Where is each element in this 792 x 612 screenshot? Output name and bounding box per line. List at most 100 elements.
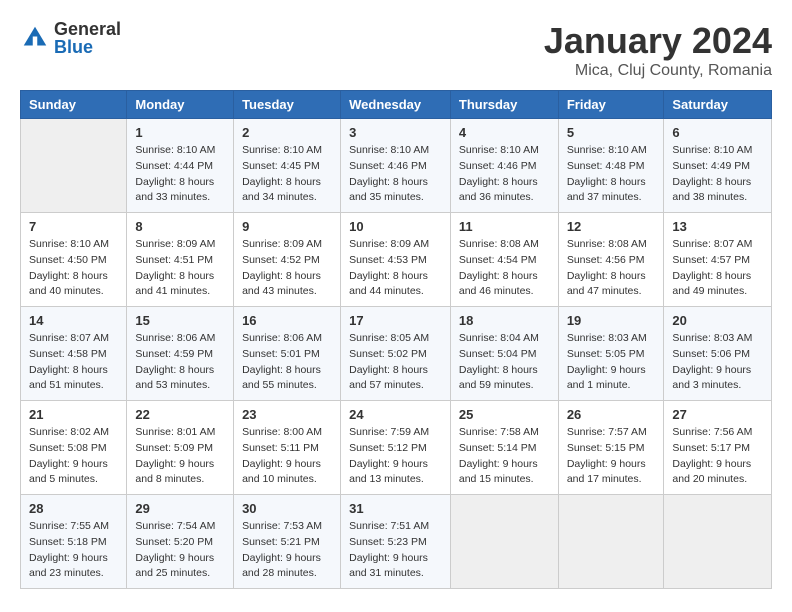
- calendar-table: SundayMondayTuesdayWednesdayThursdayFrid…: [20, 90, 772, 589]
- day-number: 22: [135, 407, 225, 422]
- day-info: Sunrise: 8:10 AMSunset: 4:49 PMDaylight:…: [672, 143, 763, 206]
- day-number: 14: [29, 313, 118, 328]
- table-cell: 23Sunrise: 8:00 AMSunset: 5:11 PMDayligh…: [234, 401, 341, 495]
- day-info: Sunrise: 8:06 AMSunset: 4:59 PMDaylight:…: [135, 331, 225, 394]
- logo: General Blue: [20, 20, 121, 56]
- day-info: Sunrise: 7:56 AMSunset: 5:17 PMDaylight:…: [672, 425, 763, 488]
- day-number: 11: [459, 219, 550, 234]
- weekday-header-friday: Friday: [558, 91, 664, 119]
- table-cell: 6 Sunrise: 8:10 AMSunset: 4:49 PMDaylight…: [664, 119, 772, 213]
- weekday-header-saturday: Saturday: [664, 91, 772, 119]
- day-info: Sunrise: 7:58 AMSunset: 5:14 PMDaylight:…: [459, 425, 550, 488]
- table-cell: 22 Sunrise: 8:01 AMSunset: 5:09 PMDayligh…: [127, 401, 234, 495]
- day-number: 27: [672, 407, 763, 422]
- day-info: Sunrise: 8:05 AMSunset: 5:02 PMDaylight:…: [349, 331, 442, 394]
- table-cell: [21, 119, 127, 213]
- day-number: 4: [459, 125, 550, 140]
- day-info: Sunrise: 7:54 AMSunset: 5:20 PMDaylight:…: [135, 519, 225, 582]
- table-cell: [558, 495, 664, 589]
- day-info: Sunrise: 8:10 AMSunset: 4:46 PMDaylight:…: [349, 143, 442, 206]
- day-info: Sunrise: 7:59 AMSunset: 5:12 PMDaylight:…: [349, 425, 442, 488]
- day-number: 17: [349, 313, 442, 328]
- day-info: Sunrise: 7:53 AMSunset: 5:21 PMDaylight:…: [242, 519, 332, 582]
- day-number: 9: [242, 219, 332, 234]
- day-number: 25: [459, 407, 550, 422]
- day-info: Sunrise: 8:04 AMSunset: 5:04 PMDaylight:…: [459, 331, 550, 394]
- weekday-header-thursday: Thursday: [450, 91, 558, 119]
- table-cell: [450, 495, 558, 589]
- day-number: 8: [135, 219, 225, 234]
- day-number: 7: [29, 219, 118, 234]
- table-cell: 12 Sunrise: 8:08 AMSunset: 4:56 PMDayligh…: [558, 213, 664, 307]
- day-number: 5: [567, 125, 656, 140]
- table-cell: 5 Sunrise: 8:10 AMSunset: 4:48 PMDaylight…: [558, 119, 664, 213]
- day-info: Sunrise: 8:00 AMSunset: 5:11 PMDaylight:…: [242, 425, 332, 488]
- title-block: January 2024 Mica, Cluj County, Romania: [544, 20, 772, 80]
- day-number: 16: [242, 313, 332, 328]
- table-cell: 19 Sunrise: 8:03 AMSunset: 5:05 PMDayligh…: [558, 307, 664, 401]
- weekday-header-sunday: Sunday: [21, 91, 127, 119]
- day-info: Sunrise: 8:10 AMSunset: 4:50 PMDaylight:…: [29, 237, 118, 300]
- logo-text: General Blue: [54, 20, 121, 56]
- logo-general: General: [54, 20, 121, 38]
- table-cell: 28Sunrise: 7:55 AMSunset: 5:18 PMDayligh…: [21, 495, 127, 589]
- page-header: General Blue January 2024 Mica, Cluj Cou…: [20, 20, 772, 80]
- day-number: 2: [242, 125, 332, 140]
- table-cell: 10 Sunrise: 8:09 AMSunset: 4:53 PMDayligh…: [341, 213, 451, 307]
- table-cell: 18 Sunrise: 8:04 AMSunset: 5:04 PMDayligh…: [450, 307, 558, 401]
- table-cell: 1 Sunrise: 8:10 AMSunset: 4:44 PMDaylight…: [127, 119, 234, 213]
- weekday-header-tuesday: Tuesday: [234, 91, 341, 119]
- day-info: Sunrise: 8:10 AMSunset: 4:44 PMDaylight:…: [135, 143, 225, 206]
- table-cell: 11 Sunrise: 8:08 AMSunset: 4:54 PMDayligh…: [450, 213, 558, 307]
- day-info: Sunrise: 8:10 AMSunset: 4:46 PMDaylight:…: [459, 143, 550, 206]
- table-cell: 27 Sunrise: 7:56 AMSunset: 5:17 PMDayligh…: [664, 401, 772, 495]
- table-cell: 29 Sunrise: 7:54 AMSunset: 5:20 PMDayligh…: [127, 495, 234, 589]
- table-cell: 7 Sunrise: 8:10 AMSunset: 4:50 PMDaylight…: [21, 213, 127, 307]
- day-number: 6: [672, 125, 763, 140]
- day-info: Sunrise: 8:09 AMSunset: 4:52 PMDaylight:…: [242, 237, 332, 300]
- day-number: 20: [672, 313, 763, 328]
- table-cell: 3Sunrise: 8:10 AMSunset: 4:46 PMDaylight…: [341, 119, 451, 213]
- weekday-header-monday: Monday: [127, 91, 234, 119]
- table-cell: 4 Sunrise: 8:10 AMSunset: 4:46 PMDaylight…: [450, 119, 558, 213]
- day-number: 12: [567, 219, 656, 234]
- day-number: 31: [349, 501, 442, 516]
- day-info: Sunrise: 8:01 AMSunset: 5:09 PMDaylight:…: [135, 425, 225, 488]
- table-cell: 20Sunrise: 8:03 AMSunset: 5:06 PMDayligh…: [664, 307, 772, 401]
- day-info: Sunrise: 8:07 AMSunset: 4:57 PMDaylight:…: [672, 237, 763, 300]
- table-cell: 25 Sunrise: 7:58 AMSunset: 5:14 PMDayligh…: [450, 401, 558, 495]
- day-info: Sunrise: 8:08 AMSunset: 4:54 PMDaylight:…: [459, 237, 550, 300]
- table-cell: 21Sunrise: 8:02 AMSunset: 5:08 PMDayligh…: [21, 401, 127, 495]
- table-cell: 14 Sunrise: 8:07 AMSunset: 4:58 PMDayligh…: [21, 307, 127, 401]
- location-subtitle: Mica, Cluj County, Romania: [544, 62, 772, 80]
- logo-icon: [20, 23, 50, 53]
- day-info: Sunrise: 8:10 AMSunset: 4:45 PMDaylight:…: [242, 143, 332, 206]
- day-number: 24: [349, 407, 442, 422]
- day-info: Sunrise: 8:06 AMSunset: 5:01 PMDaylight:…: [242, 331, 332, 394]
- day-number: 19: [567, 313, 656, 328]
- day-number: 29: [135, 501, 225, 516]
- week-row-5: 28Sunrise: 7:55 AMSunset: 5:18 PMDayligh…: [21, 495, 772, 589]
- month-title: January 2024: [544, 20, 772, 62]
- table-cell: 15 Sunrise: 8:06 AMSunset: 4:59 PMDayligh…: [127, 307, 234, 401]
- day-info: Sunrise: 8:09 AMSunset: 4:53 PMDaylight:…: [349, 237, 442, 300]
- day-info: Sunrise: 8:08 AMSunset: 4:56 PMDaylight:…: [567, 237, 656, 300]
- day-number: 10: [349, 219, 442, 234]
- table-cell: 31Sunrise: 7:51 AMSunset: 5:23 PMDayligh…: [341, 495, 451, 589]
- day-number: 1: [135, 125, 225, 140]
- day-info: Sunrise: 8:07 AMSunset: 4:58 PMDaylight:…: [29, 331, 118, 394]
- table-cell: 8Sunrise: 8:09 AMSunset: 4:51 PMDaylight…: [127, 213, 234, 307]
- table-cell: 9 Sunrise: 8:09 AMSunset: 4:52 PMDaylight…: [234, 213, 341, 307]
- day-info: Sunrise: 8:10 AMSunset: 4:48 PMDaylight:…: [567, 143, 656, 206]
- day-info: Sunrise: 7:55 AMSunset: 5:18 PMDaylight:…: [29, 519, 118, 582]
- weekday-header-row: SundayMondayTuesdayWednesdayThursdayFrid…: [21, 91, 772, 119]
- table-cell: 16 Sunrise: 8:06 AMSunset: 5:01 PMDayligh…: [234, 307, 341, 401]
- table-cell: 24 Sunrise: 7:59 AMSunset: 5:12 PMDayligh…: [341, 401, 451, 495]
- day-info: Sunrise: 8:03 AMSunset: 5:05 PMDaylight:…: [567, 331, 656, 394]
- day-number: 15: [135, 313, 225, 328]
- table-cell: [664, 495, 772, 589]
- day-number: 26: [567, 407, 656, 422]
- week-row-3: 14 Sunrise: 8:07 AMSunset: 4:58 PMDayligh…: [21, 307, 772, 401]
- day-number: 18: [459, 313, 550, 328]
- day-info: Sunrise: 8:02 AMSunset: 5:08 PMDaylight:…: [29, 425, 118, 488]
